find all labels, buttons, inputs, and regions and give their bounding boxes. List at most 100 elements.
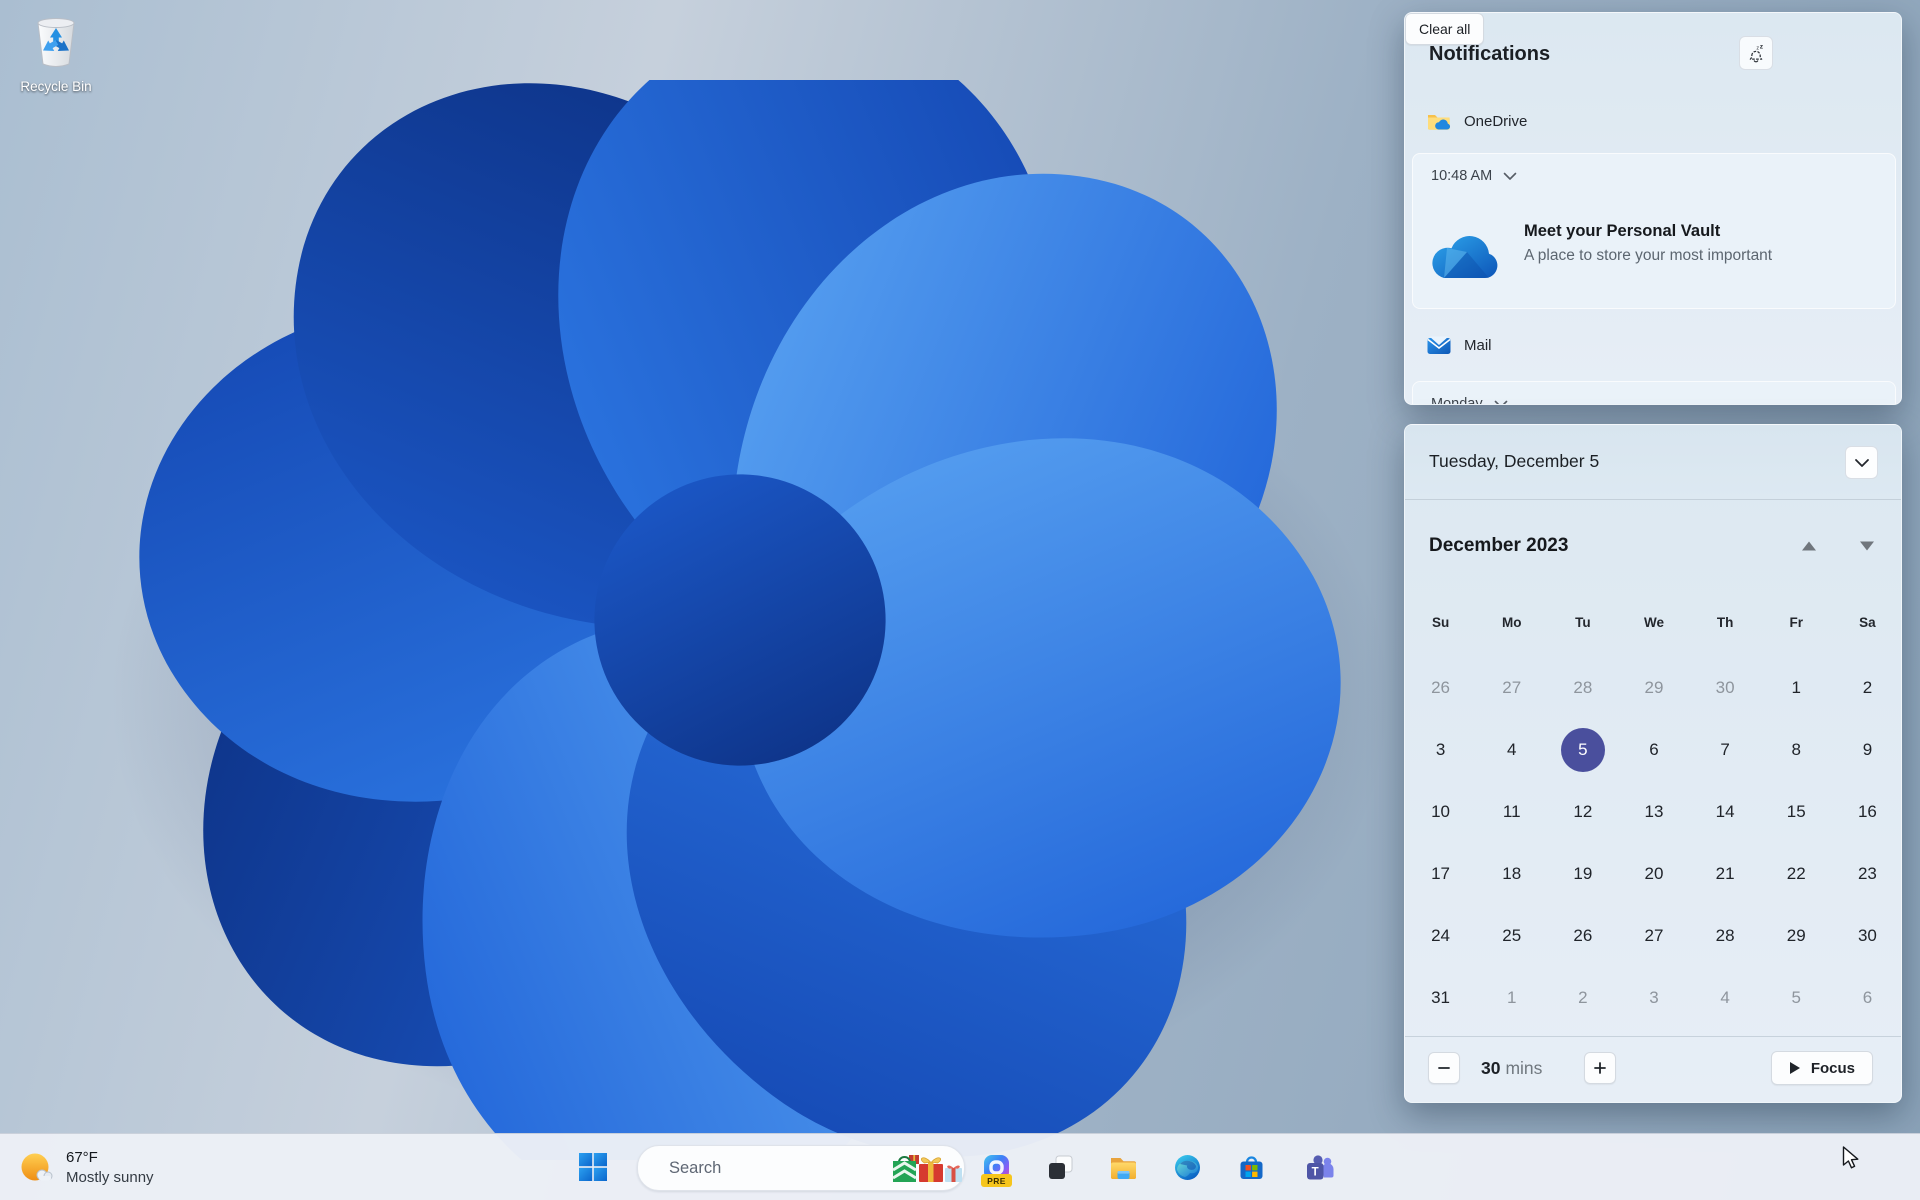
focus-minutes-unit: mins [1505, 1058, 1543, 1078]
notification-group-onedrive[interactable]: OneDrive [1427, 112, 1527, 131]
increase-focus-button[interactable] [1584, 1052, 1616, 1084]
notification-card-clipped[interactable]: Monday [1412, 381, 1896, 405]
windows-logo-icon [579, 1153, 607, 1181]
plus-icon [1594, 1062, 1606, 1074]
chevron-down-icon[interactable] [1503, 172, 1517, 181]
edge-button[interactable] [1163, 1143, 1211, 1191]
notification-time: 10:48 AM [1431, 168, 1493, 184]
calendar-day[interactable]: 7 [1703, 728, 1747, 772]
weekday-label: Sa [1859, 614, 1876, 630]
calendar-day[interactable]: 9 [1845, 728, 1889, 772]
weather-temperature: 67°F [66, 1149, 98, 1166]
svg-text:T: T [1312, 1166, 1319, 1178]
focus-minutes-label: 30 mins [1481, 1058, 1581, 1079]
calendar-day[interactable]: 21 [1703, 852, 1747, 896]
teams-icon: T [1307, 1154, 1334, 1179]
calendar-header: Tuesday, December 5 [1405, 425, 1901, 500]
weekday-label: Mo [1501, 614, 1522, 630]
calendar-day[interactable]: 23 [1845, 852, 1889, 896]
file-explorer-button[interactable] [1099, 1143, 1147, 1191]
chevron-down-icon [1494, 400, 1507, 404]
notification-card[interactable]: 10:48 AM Meet your Personal Vault A plac… [1412, 153, 1896, 309]
sun-cloud-weather-icon [21, 1153, 53, 1180]
clipped-card-label: Monday [1431, 396, 1483, 405]
calendar-day[interactable]: 1 [1490, 976, 1534, 1020]
calendar-day[interactable]: 26 [1419, 666, 1463, 710]
task-view-button[interactable] [1036, 1143, 1084, 1191]
calendar-day[interactable]: 22 [1774, 852, 1818, 896]
calendar-day[interactable]: 30 [1703, 666, 1747, 710]
decrease-focus-button[interactable] [1428, 1052, 1460, 1084]
calendar-day[interactable]: 19 [1561, 852, 1605, 896]
weather-widget[interactable]: 67°F Mostly sunny [10, 1138, 162, 1197]
notification-group-label: OneDrive [1464, 113, 1528, 130]
calendar-day[interactable]: 5 [1774, 976, 1818, 1020]
calendar-day[interactable]: 2 [1845, 666, 1889, 710]
microsoft-store-button[interactable] [1227, 1143, 1275, 1191]
clear-all-button[interactable]: Clear all [1405, 13, 1485, 45]
calendar-day[interactable]: 18 [1490, 852, 1534, 896]
calendar-day[interactable]: 20 [1632, 852, 1676, 896]
focus-minutes-value: 30 [1481, 1058, 1501, 1078]
notification-group-label: Mail [1464, 336, 1492, 354]
calendar-day[interactable]: 24 [1419, 914, 1463, 958]
calendar-day[interactable]: 11 [1490, 790, 1534, 834]
notifications-panel: Notifications z z Clear all OneDrive 10:… [1404, 12, 1902, 405]
calendar-next-month-button[interactable] [1859, 540, 1875, 552]
calendar-weekday-row: Su Mo Tu We Th Fr Sa [1405, 605, 1901, 639]
task-view-icon [1048, 1155, 1072, 1179]
calendar-day[interactable]: 29 [1632, 666, 1676, 710]
teams-button[interactable]: T [1296, 1143, 1344, 1191]
calendar-day[interactable]: 15 [1774, 790, 1818, 834]
calendar-day[interactable]: 27 [1490, 666, 1534, 710]
calendar-day[interactable]: 1 [1774, 666, 1818, 710]
calendar-day[interactable]: 4 [1703, 976, 1747, 1020]
search-input[interactable] [667, 1157, 891, 1179]
search-box[interactable] [637, 1145, 965, 1191]
weather-condition: Mostly sunny [66, 1169, 154, 1186]
holiday-gifts-icon [892, 1155, 962, 1182]
calendar-month-row: December 2023 [1429, 528, 1879, 564]
calendar-prev-month-button[interactable] [1801, 540, 1817, 552]
focus-button[interactable]: Focus [1770, 1051, 1873, 1085]
weekday-label: Su [1431, 614, 1450, 630]
calendar-panel: Tuesday, December 5 December 2023 Su Mo Tu… [1404, 424, 1902, 1103]
calendar-day[interactable]: 3 [1632, 976, 1676, 1020]
mail-icon [1427, 336, 1451, 354]
file-explorer-icon [1110, 1157, 1136, 1179]
notification-settings-button[interactable]: z z [1739, 36, 1773, 70]
calendar-day[interactable]: 12 [1561, 790, 1605, 834]
calendar-day[interactable]: 17 [1419, 852, 1463, 896]
calendar-day[interactable]: 30 [1845, 914, 1889, 958]
calendar-day[interactable]: 31 [1419, 976, 1463, 1020]
calendar-day[interactable]: 26 [1561, 914, 1605, 958]
onedrive-folder-icon [1428, 115, 1451, 130]
calendar-day[interactable]: 6 [1845, 976, 1889, 1020]
recycle-bin-shortcut[interactable]: Recycle Bin [12, 14, 100, 94]
calendar-day[interactable]: 28 [1561, 666, 1605, 710]
calendar-day[interactable]: 2 [1561, 976, 1605, 1020]
weekday-label: Tu [1575, 614, 1591, 630]
calendar-day[interactable]: 10 [1419, 790, 1463, 834]
calendar-day[interactable]: 6 [1632, 728, 1676, 772]
calendar-day[interactable]: 27 [1632, 914, 1676, 958]
calendar-month-label: December 2023 [1429, 535, 1569, 556]
chevron-down-icon [1854, 458, 1869, 467]
calendar-day[interactable]: 5 [1560, 728, 1605, 772]
calendar-day[interactable]: 16 [1845, 790, 1889, 834]
notification-group-mail[interactable]: Mail [1427, 335, 1492, 355]
calendar-day[interactable]: 28 [1703, 914, 1747, 958]
onedrive-cloud-logo [1432, 235, 1498, 278]
calendar-day[interactable]: 13 [1632, 790, 1676, 834]
calendar-day[interactable]: 4 [1490, 728, 1534, 772]
start-button[interactable] [569, 1143, 617, 1191]
notification-title: Meet your Personal Vault [1524, 222, 1721, 240]
calendar-collapse-button[interactable] [1845, 446, 1878, 479]
calendar-day[interactable]: 3 [1419, 728, 1463, 772]
calendar-day[interactable]: 8 [1774, 728, 1818, 772]
recycle-bin-icon [37, 18, 75, 67]
calendar-day[interactable]: 14 [1703, 790, 1747, 834]
desktop: Recycle Bin Notifications z z Clear all … [0, 0, 1920, 1200]
calendar-day[interactable]: 29 [1774, 914, 1818, 958]
calendar-day[interactable]: 25 [1490, 914, 1534, 958]
